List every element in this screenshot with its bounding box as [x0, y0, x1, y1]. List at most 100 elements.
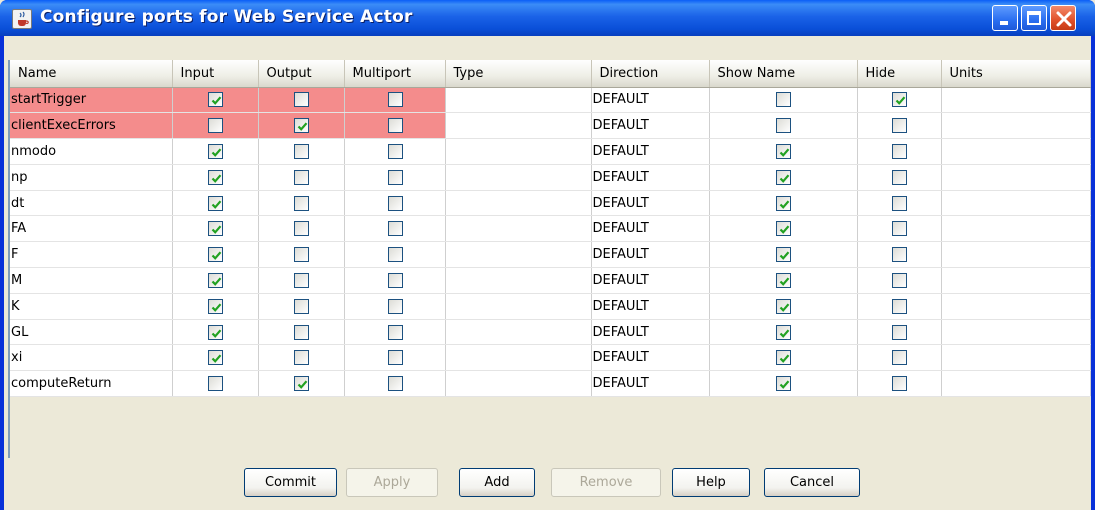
port-name-cell[interactable]: GL	[10, 319, 173, 346]
table-row[interactable]: M DEFAULT	[10, 267, 1091, 294]
input-checkbox[interactable]	[208, 169, 223, 185]
table-row[interactable]: computeReturn DEFAULT	[10, 370, 1091, 398]
hide-checkbox[interactable]	[892, 272, 907, 288]
show-name-checkbox[interactable]	[776, 324, 791, 340]
type-cell[interactable]	[445, 190, 592, 217]
hide-checkbox[interactable]	[892, 143, 907, 159]
type-cell[interactable]	[445, 87, 592, 114]
table-row[interactable]: xi DEFAULT	[10, 344, 1091, 372]
multiport-checkbox[interactable]	[387, 350, 403, 366]
output-checkbox[interactable]	[294, 195, 309, 211]
direction-cell[interactable]: DEFAULT	[591, 190, 710, 217]
units-cell[interactable]	[941, 164, 1091, 191]
multiport-checkbox[interactable]	[387, 169, 403, 185]
units-cell[interactable]	[941, 370, 1091, 398]
input-checkbox[interactable]	[208, 298, 223, 314]
port-name-cell[interactable]: K	[10, 293, 173, 320]
type-cell[interactable]	[445, 267, 592, 294]
multiport-checkbox[interactable]	[387, 92, 403, 108]
title-bar[interactable]: Configure ports for Web Service Actor	[0, 0, 1095, 36]
port-name-cell[interactable]: computeReturn	[10, 370, 173, 398]
port-name-cell[interactable]: dt	[10, 190, 173, 217]
maximize-button[interactable]	[1021, 5, 1047, 31]
output-checkbox[interactable]	[294, 350, 309, 366]
table-row[interactable]: nmodo DEFAULT	[10, 138, 1091, 165]
multiport-checkbox[interactable]	[387, 376, 403, 392]
port-name-cell[interactable]: clientExecErrors	[10, 112, 173, 140]
minimize-button[interactable]	[992, 5, 1018, 31]
multiport-checkbox[interactable]	[387, 118, 403, 134]
output-checkbox[interactable]	[294, 272, 309, 288]
column-header-type[interactable]: Type	[445, 60, 592, 88]
show-name-checkbox[interactable]	[776, 143, 791, 159]
input-checkbox[interactable]	[208, 92, 223, 108]
input-checkbox[interactable]	[208, 247, 223, 263]
input-checkbox[interactable]	[208, 376, 223, 392]
input-checkbox[interactable]	[208, 221, 223, 237]
type-cell[interactable]	[445, 241, 592, 269]
direction-cell[interactable]: DEFAULT	[591, 164, 710, 191]
output-checkbox[interactable]	[294, 221, 309, 237]
direction-cell[interactable]: DEFAULT	[591, 87, 710, 114]
direction-cell[interactable]: DEFAULT	[591, 319, 710, 346]
hide-checkbox[interactable]	[892, 195, 907, 211]
output-checkbox[interactable]	[294, 298, 309, 314]
type-cell[interactable]	[445, 344, 592, 372]
multiport-checkbox[interactable]	[387, 195, 403, 211]
hide-checkbox[interactable]	[892, 247, 907, 263]
table-row[interactable]: clientExecErrors DEFAULT	[10, 112, 1091, 140]
hide-checkbox[interactable]	[892, 169, 907, 185]
table-row[interactable]: K DEFAULT	[10, 293, 1091, 320]
close-button[interactable]	[1050, 5, 1076, 31]
column-header-input[interactable]: Input	[172, 60, 259, 88]
port-name-cell[interactable]: xi	[10, 344, 173, 372]
show-name-checkbox[interactable]	[776, 221, 791, 237]
table-row[interactable]: FA DEFAULT	[10, 215, 1091, 243]
hide-checkbox[interactable]	[892, 221, 907, 237]
direction-cell[interactable]: DEFAULT	[591, 293, 710, 320]
hide-checkbox[interactable]	[892, 324, 907, 340]
hide-checkbox[interactable]	[892, 376, 907, 392]
units-cell[interactable]	[941, 241, 1091, 269]
show-name-checkbox[interactable]	[776, 376, 791, 392]
type-cell[interactable]	[445, 164, 592, 191]
input-checkbox[interactable]	[208, 350, 223, 366]
input-checkbox[interactable]	[208, 118, 223, 134]
type-cell[interactable]	[445, 215, 592, 243]
hide-checkbox[interactable]	[892, 118, 907, 134]
direction-cell[interactable]: DEFAULT	[591, 370, 710, 398]
multiport-checkbox[interactable]	[387, 324, 403, 340]
add-button[interactable]: Add	[459, 468, 535, 497]
port-name-cell[interactable]: F	[10, 241, 173, 269]
show-name-checkbox[interactable]	[776, 92, 791, 108]
show-name-checkbox[interactable]	[776, 247, 791, 263]
units-cell[interactable]	[941, 190, 1091, 217]
table-row[interactable]: F DEFAULT	[10, 241, 1091, 269]
direction-cell[interactable]: DEFAULT	[591, 215, 710, 243]
type-cell[interactable]	[445, 370, 592, 398]
show-name-checkbox[interactable]	[776, 298, 791, 314]
units-cell[interactable]	[941, 215, 1091, 243]
port-name-cell[interactable]: nmodo	[10, 138, 173, 165]
column-header-units[interactable]: Units	[941, 60, 1091, 88]
input-checkbox[interactable]	[208, 272, 223, 288]
input-checkbox[interactable]	[208, 324, 223, 340]
input-checkbox[interactable]	[208, 143, 223, 159]
type-cell[interactable]	[445, 138, 592, 165]
multiport-checkbox[interactable]	[387, 143, 403, 159]
multiport-checkbox[interactable]	[387, 298, 403, 314]
type-cell[interactable]	[445, 319, 592, 346]
multiport-checkbox[interactable]	[387, 221, 403, 237]
units-cell[interactable]	[941, 344, 1091, 372]
output-checkbox[interactable]	[294, 376, 309, 392]
hide-checkbox[interactable]	[892, 350, 907, 366]
hide-checkbox[interactable]	[892, 92, 907, 108]
help-button[interactable]: Help	[672, 468, 750, 497]
direction-cell[interactable]: DEFAULT	[591, 112, 710, 140]
show-name-checkbox[interactable]	[776, 350, 791, 366]
column-header-multiport[interactable]: Multiport	[344, 60, 446, 88]
column-header-output[interactable]: Output	[258, 60, 345, 88]
input-checkbox[interactable]	[208, 195, 223, 211]
units-cell[interactable]	[941, 293, 1091, 320]
direction-cell[interactable]: DEFAULT	[591, 138, 710, 165]
